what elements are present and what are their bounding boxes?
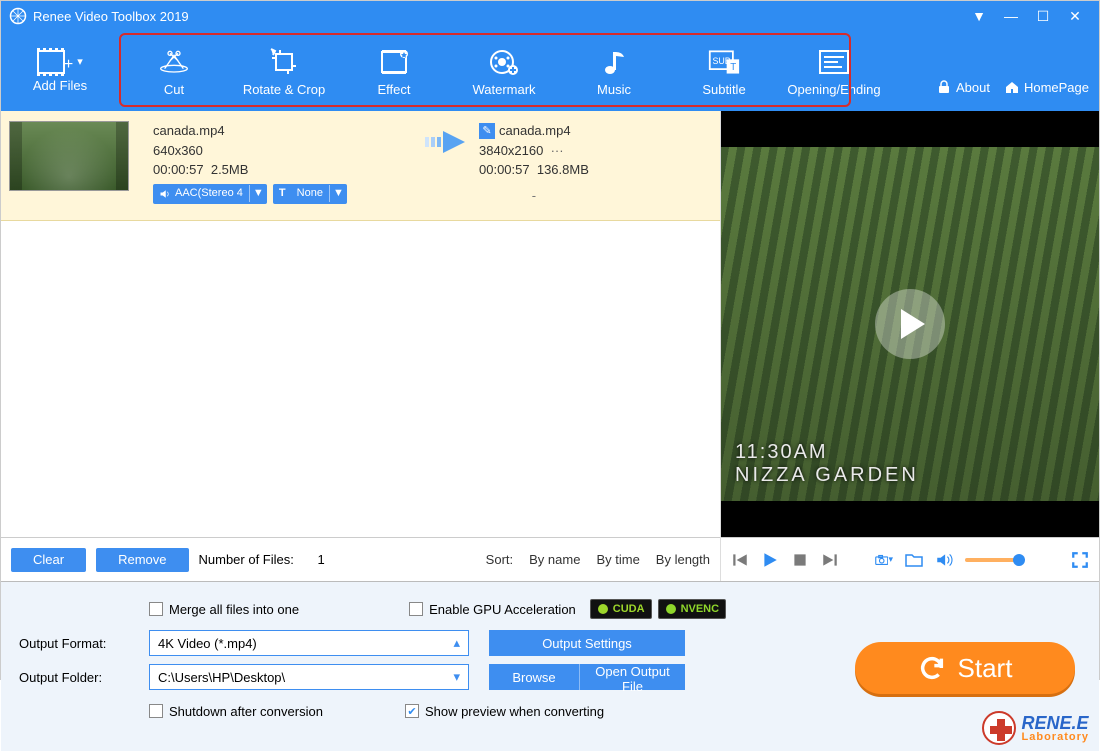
homepage-link[interactable]: HomePage	[1004, 79, 1089, 95]
toolbar-effect[interactable]: Effect	[339, 31, 449, 111]
player-controls: ▾	[721, 537, 1099, 581]
app-logo-icon	[9, 7, 27, 25]
chevron-down-icon: ▼	[329, 185, 347, 202]
play-button[interactable]	[761, 551, 779, 569]
snapshot-button[interactable]: ▾	[875, 551, 893, 569]
home-icon	[1004, 79, 1020, 95]
brand-logo: RENE.E Laboratory	[982, 711, 1089, 745]
dst-filename: canada.mp4	[499, 121, 571, 141]
dst-dash: -	[479, 186, 589, 206]
open-folder-button[interactable]	[905, 551, 923, 569]
refresh-icon	[918, 654, 946, 682]
dst-resolution: 3840x2160	[479, 143, 543, 158]
shutdown-label: Shutdown after conversion	[169, 704, 323, 719]
video-overlay-text: 11:30AM NIZZA GARDEN	[735, 441, 919, 487]
watermark-icon	[488, 46, 520, 78]
volume-slider[interactable]	[965, 558, 1021, 562]
chevron-down-icon: ▼	[249, 185, 267, 202]
merge-label: Merge all files into one	[169, 602, 299, 617]
svg-text:T: T	[730, 62, 736, 73]
destination-metadata: ✎ canada.mp4 3840x2160 ··· 00:00:57 136.…	[479, 121, 589, 205]
sort-by-time[interactable]: By time	[596, 552, 639, 567]
music-icon	[598, 46, 630, 78]
file-count-label: Number of Files:	[199, 552, 294, 567]
toolbar-cut[interactable]: Cut	[119, 31, 229, 111]
subtitle-track-selector[interactable]: T None ▼	[273, 184, 347, 204]
nvenc-badge: NVENC	[658, 599, 727, 619]
gpu-checkbox[interactable]	[409, 602, 423, 616]
cut-icon	[158, 46, 190, 78]
output-format-selector[interactable]: 4K Video (*.mp4) ▴	[149, 630, 469, 656]
file-row[interactable]: canada.mp4 640x360 00:00:57 2.5MB AAC(St…	[1, 111, 720, 221]
remove-button[interactable]: Remove	[96, 548, 188, 572]
text-t-icon: T	[279, 185, 286, 202]
chevron-down-icon: ▾	[453, 669, 460, 685]
close-button[interactable]: ✕	[1059, 8, 1091, 25]
add-files-button[interactable]: + ▾ Add Files	[1, 31, 119, 111]
prev-button[interactable]	[731, 551, 749, 569]
app-title: Renee Video Toolbox 2019	[33, 9, 189, 24]
speaker-icon	[159, 188, 171, 200]
audio-track-selector[interactable]: AAC(Stereo 4 ▼	[153, 184, 267, 204]
titlebar-dropdown-icon[interactable]: ▼	[963, 8, 995, 24]
toolbar-watermark[interactable]: Watermark	[449, 31, 559, 111]
chevron-up-icon: ▴	[453, 635, 460, 651]
next-button[interactable]	[821, 551, 839, 569]
volume-button[interactable]	[935, 551, 953, 569]
brand-cross-icon	[982, 711, 1016, 745]
shutdown-checkbox[interactable]	[149, 704, 163, 718]
play-overlay-button[interactable]	[875, 289, 945, 359]
add-files-label: Add Files	[33, 78, 87, 93]
dst-res-more[interactable]: ···	[551, 143, 564, 158]
source-metadata: canada.mp4 640x360 00:00:57 2.5MB AAC(St…	[129, 121, 419, 204]
sort-label: Sort:	[486, 552, 513, 567]
dst-size: 136.8MB	[537, 162, 589, 177]
dst-duration: 00:00:57	[479, 162, 530, 177]
output-panel: Merge all files into one Enable GPU Acce…	[1, 581, 1099, 751]
file-list-empty-area	[1, 221, 720, 537]
effect-icon	[378, 46, 410, 78]
file-count-value: 1	[318, 552, 325, 567]
toolbar-subtitle[interactable]: SUBT Subtitle	[669, 31, 779, 111]
clear-button[interactable]: Clear	[11, 548, 86, 572]
browse-button[interactable]: Browse	[489, 664, 579, 690]
subtitle-icon: SUBT	[708, 46, 740, 78]
output-folder-label: Output Folder:	[19, 670, 149, 685]
toolbar-music[interactable]: Music	[559, 31, 669, 111]
merge-checkbox[interactable]	[149, 602, 163, 616]
preview-label: Show preview when converting	[425, 704, 604, 719]
sort-by-name[interactable]: By name	[529, 552, 580, 567]
film-plus-icon: +	[37, 50, 65, 74]
cuda-badge: CUDA	[590, 599, 652, 619]
rotate-crop-icon	[268, 46, 300, 78]
file-thumbnail[interactable]	[9, 121, 129, 191]
output-folder-field[interactable]: C:\Users\HP\Desktop\ ▾	[149, 664, 469, 690]
lock-icon	[936, 79, 952, 95]
minimize-button[interactable]: —	[995, 8, 1027, 24]
src-size: 2.5MB	[211, 162, 249, 177]
about-link[interactable]: About	[936, 79, 990, 95]
toolbar-rotate-crop[interactable]: Rotate & Crop	[229, 31, 339, 111]
list-footer: Clear Remove Number of Files: 1 Sort: By…	[1, 537, 720, 581]
opening-ending-icon	[818, 46, 850, 78]
titlebar: Renee Video Toolbox 2019 ▼ — ☐ ✕	[1, 1, 1099, 31]
arrow-icon	[419, 121, 479, 157]
edit-icon[interactable]: ✎	[479, 123, 495, 139]
open-output-file-button[interactable]: Open Output File	[579, 664, 685, 690]
stop-button[interactable]	[791, 551, 809, 569]
src-duration: 00:00:57	[153, 162, 204, 177]
output-format-label: Output Format:	[19, 636, 149, 651]
toolbar-opening-ending[interactable]: Opening/Ending	[779, 31, 889, 111]
main-toolbar: + ▾ Add Files Cut Rotate & Crop Effect W…	[1, 31, 1099, 111]
video-preview[interactable]: 11:30AM NIZZA GARDEN	[721, 111, 1099, 537]
src-filename: canada.mp4	[153, 121, 419, 141]
fullscreen-button[interactable]	[1071, 551, 1089, 569]
start-button[interactable]: Start	[855, 642, 1075, 694]
sort-by-length[interactable]: By length	[656, 552, 710, 567]
maximize-button[interactable]: ☐	[1027, 8, 1059, 25]
src-resolution: 640x360	[153, 141, 419, 161]
gpu-label: Enable GPU Acceleration	[429, 602, 576, 617]
output-settings-button[interactable]: Output Settings	[489, 630, 685, 656]
preview-checkbox[interactable]: ✔	[405, 704, 419, 718]
